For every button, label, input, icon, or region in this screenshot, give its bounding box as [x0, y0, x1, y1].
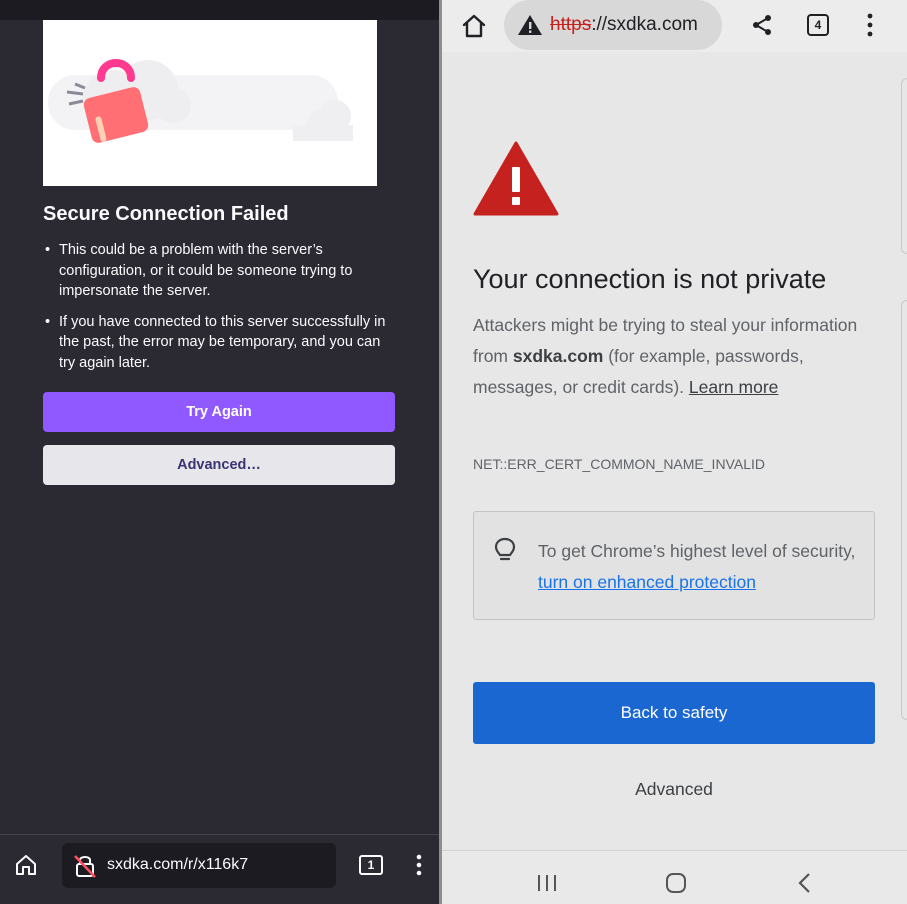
warning-triangle-icon — [473, 140, 559, 221]
error-details-list: This could be a problem with the server’… — [43, 240, 388, 383]
overflow-menu-icon[interactable] — [414, 852, 424, 883]
share-icon[interactable] — [750, 13, 774, 42]
list-item: If you have connected to this server suc… — [43, 312, 388, 374]
tab-count: 1 — [367, 858, 375, 872]
home-nav-icon[interactable] — [665, 872, 687, 899]
back-nav-icon[interactable] — [797, 872, 813, 899]
warning-icon[interactable] — [517, 14, 543, 41]
chrome-error-pane: https://sxdka.com 4 Your connection is n… — [442, 0, 907, 904]
overflow-menu-icon[interactable] — [865, 12, 875, 43]
list-item: This could be a problem with the server’… — [43, 240, 388, 302]
scrollbar[interactable] — [901, 300, 907, 720]
home-icon[interactable] — [13, 852, 39, 883]
broken-padlock-illustration — [43, 20, 377, 186]
page-title: Secure Connection Failed — [43, 203, 289, 225]
edge-panel-handle[interactable] — [901, 78, 907, 254]
tabs-icon[interactable]: 4 — [807, 14, 829, 36]
status-strip — [0, 0, 439, 20]
back-to-safety-button[interactable]: Back to safety — [473, 682, 875, 744]
advanced-button[interactable]: Advanced… — [43, 445, 395, 485]
error-code: NET::ERR_CERT_COMMON_NAME_INVALID — [473, 456, 765, 472]
address-host: ://sxdka.com — [591, 14, 698, 35]
home-icon[interactable] — [460, 12, 488, 45]
address-text[interactable]: https://sxdka.com — [550, 14, 698, 36]
security-message: To get Chrome’s highest level of securit… — [538, 536, 868, 598]
page-title: Your connection is not private — [473, 264, 827, 294]
lightbulb-icon — [494, 537, 516, 570]
insecure-lock-icon[interactable] — [72, 853, 98, 884]
recents-nav-icon[interactable] — [536, 873, 558, 898]
tabs-icon[interactable]: 1 — [359, 855, 383, 875]
enhanced-protection-link[interactable]: turn on enhanced protection — [538, 572, 756, 592]
security-text: To get Chrome’s highest level of securit… — [538, 541, 856, 561]
firefox-error-pane: Secure Connection Failed This could be a… — [0, 0, 439, 904]
domain-name: sxdka.com — [512, 346, 604, 366]
error-description: Attackers might be trying to steal your … — [473, 310, 873, 403]
url-text: sxdka.com/r/x116k7 — [107, 856, 249, 873]
learn-more-link[interactable]: Learn more — [689, 377, 779, 397]
address-scheme: https — [550, 14, 592, 35]
advanced-button[interactable]: Advanced — [473, 779, 875, 800]
tab-count: 4 — [814, 18, 822, 32]
try-again-button[interactable]: Try Again — [43, 392, 395, 432]
